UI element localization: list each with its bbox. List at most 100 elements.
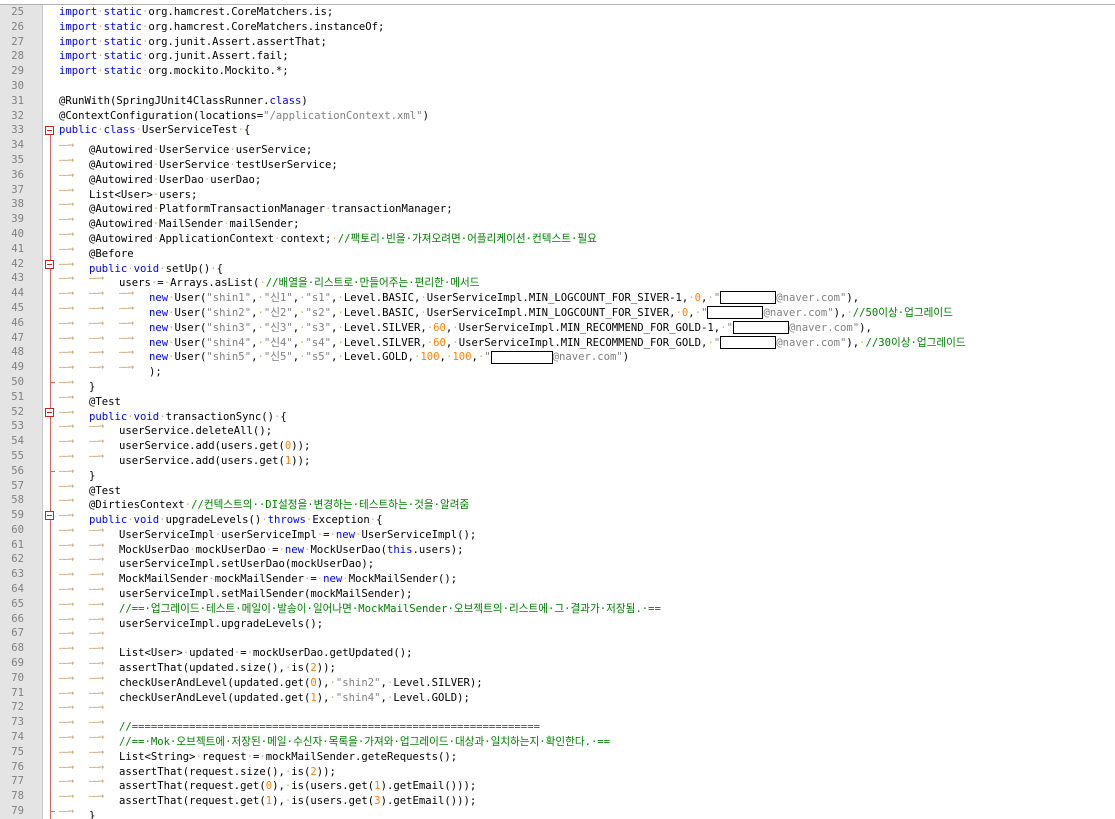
tab-arrow-icon: ——→ (89, 686, 104, 699)
fold-minus-box-icon[interactable] (45, 407, 54, 417)
fold-minus-box-icon[interactable] (45, 126, 54, 136)
code-line[interactable]: 58 ——→ @DirtiesContext·//컨텍스트의··DI설정을·변경하는… (0, 493, 1115, 511)
code-line[interactable]: 54 ——→ ——→ userService.add(users.get(0)); (0, 434, 1115, 452)
tab-arrow-icon: ——→ (59, 612, 74, 625)
code-line[interactable]: 34 ——→ @Autowired·UserService·userService; (0, 138, 1115, 156)
code-line[interactable]: 49 ——→ ——→ ——→); (0, 360, 1115, 378)
code-line[interactable]: 33 public·class·UserServiceTest·{ (0, 123, 1115, 138)
code-line[interactable]: 39 ——→ @Autowired·MailSender·mailSender; (0, 212, 1115, 230)
tab-arrow-icon: ——→ (119, 301, 134, 314)
tab-arrow-icon: ——→ (59, 686, 74, 699)
tab-arrow-icon: ——→ (89, 597, 104, 610)
code-line[interactable]: 27 import·static·org.junit.Assert.assertT… (0, 35, 1115, 50)
code-line[interactable]: 50 ——→} (0, 375, 1115, 393)
code-line[interactable]: 67 ——→ ——→ (0, 626, 1115, 641)
code-lines[interactable]: 25 import·static·org.hamcrest.CoreMatcher… (0, 5, 1115, 819)
line-code: ——→} (59, 804, 95, 819)
tab-arrow-icon: ——→ (89, 449, 104, 462)
code-line[interactable]: 45 ——→ ——→ ——→ new·User("shin2",·"신2",·"s2",… (0, 301, 1115, 320)
code-line[interactable]: 46 ——→ ——→ ——→ new·User("shin3",·"신3",·"s3",… (0, 316, 1115, 335)
code-keyword: static (103, 50, 142, 63)
tab-arrow-icon: ——→ (119, 346, 134, 359)
tab-arrow-icon: ——→ (89, 731, 104, 744)
code-line[interactable]: 68 ——→ ——→ List<User>·updated·=·mockUserDao… (0, 641, 1115, 659)
code-line[interactable]: 48 ——→ ——→ ——→ new·User("shin5",·"신5",·"s5",… (0, 345, 1115, 364)
code-token: org.hamcrest.CoreMatchers.is; (148, 6, 334, 18)
fold-minus-box-icon[interactable] (45, 511, 54, 521)
code-line[interactable]: 69 ——→ ——→ assertThat(updated.size(),·is(2)… (0, 656, 1115, 674)
code-line[interactable]: 66 ——→ ——→ userServiceImpl.upgradeLevels(); (0, 612, 1115, 630)
code-line[interactable]: 26 import·static·org.hamcrest.CoreMatcher… (0, 20, 1115, 35)
code-line[interactable]: 55 ——→ ——→ userService.add(users.get(1)); (0, 449, 1115, 467)
code-line[interactable]: 79 ——→} (0, 804, 1115, 819)
code-line[interactable]: 35 ——→ @Autowired·UserService·testUserServ… (0, 153, 1115, 171)
code-line[interactable]: 63 ——→ ——→ MockMailSender·mockMailSender·=·… (0, 567, 1115, 585)
code-line[interactable]: 76 ——→ ——→ assertThat(request.size(),·is(2)… (0, 760, 1115, 778)
code-line[interactable]: 78 ——→ ——→ assertThat(request.get(1),·is(us… (0, 789, 1115, 807)
line-number: 49 (11, 361, 24, 374)
code-line[interactable]: 64 ——→ ——→ userServiceImpl.setMailSender(mo… (0, 582, 1115, 600)
code-line[interactable]: 25 import·static·org.hamcrest.CoreMatcher… (0, 5, 1115, 20)
code-line[interactable]: 32 @ContextConfiguration(locations="/appl… (0, 109, 1115, 124)
code-line[interactable]: 31 @RunWith(SpringJUnit4ClassRunner.class… (0, 94, 1115, 109)
code-keyword: class (103, 124, 136, 137)
line-number: 67 (11, 627, 24, 640)
line-number: 78 (11, 790, 24, 803)
line-number: 73 (11, 716, 24, 729)
code-line[interactable]: 57 ——→ @Test (0, 479, 1115, 497)
code-line[interactable]: 60 ——→ ——→ UserServiceImpl·userServiceImpl·… (0, 523, 1115, 541)
line-number: 70 (11, 671, 24, 684)
code-line[interactable]: 40 ——→ @Autowired·ApplicationContext·conte… (0, 227, 1115, 245)
tab-arrow-icon: ——→ (59, 139, 74, 152)
code-token: UserServiceTest (141, 124, 238, 137)
line-code: public·class·UserServiceTest·{ (59, 123, 250, 138)
code-line[interactable]: 37 ——→ List<User>·users; (0, 183, 1115, 201)
code-line[interactable]: 44 ——→ ——→ ——→ new·User("shin1",·"신1",·"s1",… (0, 286, 1115, 305)
line-number: 27 (11, 35, 24, 48)
line-number: 76 (11, 760, 24, 773)
code-keyword: static (103, 6, 142, 18)
fold-minus-box-icon[interactable] (45, 259, 54, 269)
tab-arrow-icon: ——→ (59, 435, 74, 448)
line-number: 35 (11, 153, 24, 166)
code-line[interactable]: 56 ——→} (0, 464, 1115, 482)
code-line[interactable]: 51 ——→ @Test (0, 390, 1115, 408)
tab-arrow-icon: ——→ (89, 745, 104, 758)
code-line[interactable]: 29 import·static·org.mockito.Mockito.*; (0, 64, 1115, 79)
code-line[interactable]: 61 ——→ ——→ MockUserDao·mockUserDao·=·new·Mo… (0, 538, 1115, 556)
code-line[interactable]: 41 ——→ @Before (0, 242, 1115, 260)
line-number: 33 (11, 124, 24, 137)
tab-arrow-icon: ——→ (89, 716, 104, 729)
code-line[interactable]: 75 ——→ ——→ List<String>·request·=·mockMailS… (0, 745, 1115, 763)
code-line[interactable]: 74 ——→ ——→//==·Mok·오브젝트에·저장된·메일·수신자·목록을·가져… (0, 730, 1115, 748)
code-token: org.junit.Assert.assertThat; (148, 35, 327, 48)
code-line[interactable]: 30 (0, 79, 1115, 94)
code-line[interactable]: 28 import·static·org.junit.Assert.fail; (0, 49, 1115, 64)
code-line[interactable]: 59 ——→ public·void·upgradeLevels()·throws·… (0, 508, 1115, 526)
fold-end-icon (50, 382, 55, 383)
code-line[interactable]: 71 ——→ ——→ checkUserAndLevel(updated.get(1)… (0, 686, 1115, 704)
tab-arrow-icon: ——→ (59, 538, 74, 551)
code-line[interactable]: 38 ——→ @Autowired·PlatformTransactionManag… (0, 197, 1115, 215)
code-line[interactable]: 53 ——→ ——→ userService.deleteAll(); (0, 419, 1115, 437)
code-line[interactable]: 62 ——→ ——→ userServiceImpl.setUserDao(mockU… (0, 552, 1115, 570)
code-line[interactable]: 77 ——→ ——→ assertThat(request.get(0),·is(us… (0, 774, 1115, 792)
code-line[interactable]: 73 ——→ ——→//==============================… (0, 715, 1115, 733)
code-keyword: import (59, 20, 98, 33)
code-line[interactable]: 36 ——→ @Autowired·UserDao·userDao; (0, 168, 1115, 186)
code-line[interactable]: 72 ——→ ——→ (0, 700, 1115, 715)
line-number: 25 (11, 6, 24, 18)
tab-arrow-icon: ——→ (59, 153, 74, 166)
code-line[interactable]: 47 ——→ ——→ ——→ new·User("shin4",·"신4",·"s4",… (0, 331, 1115, 349)
line-code: import·static·org.junit.Assert.fail; (59, 49, 289, 64)
code-line[interactable]: 52 ——→ public·void·transactionSync()·{ (0, 405, 1115, 423)
code-editor[interactable]: 25 import·static·org.hamcrest.CoreMatcher… (0, 0, 1115, 819)
code-line[interactable]: 43 ——→ ——→ users·=·Arrays.asList(·//배열을·리스트… (0, 271, 1115, 289)
tab-arrow-icon: ——→ (89, 657, 104, 670)
code-line[interactable]: 65 ——→ ——→//==·업그레이드·테스트·메일이·발송이·일어나면·Mock… (0, 597, 1115, 615)
line-number: 68 (11, 642, 24, 655)
code-line[interactable]: 70 ——→ ——→ checkUserAndLevel(updated.get(0)… (0, 671, 1115, 689)
line-number: 75 (11, 745, 24, 758)
code-keyword: import (59, 35, 98, 48)
code-line[interactable]: 42 ——→ public·void·setUp()·{ (0, 257, 1115, 275)
